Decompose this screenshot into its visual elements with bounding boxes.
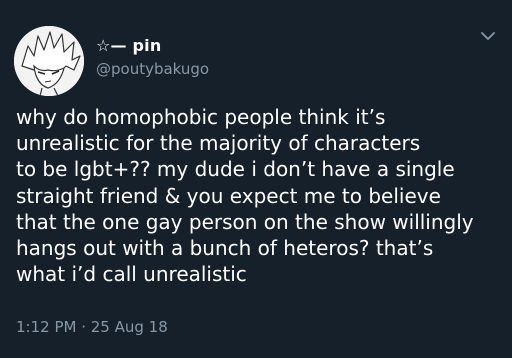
tweet-timestamp[interactable]: 1:12 PM · 25 Aug 18 xyxy=(16,318,168,336)
tweet-text-line: to be lgbt+?? my dude i don’t have a sin… xyxy=(16,157,455,182)
profile-avatar[interactable] xyxy=(14,26,84,96)
anime-character-avatar-icon xyxy=(14,26,84,96)
tweet-text: why do homophobic people think it’s unre… xyxy=(16,104,506,287)
chevron-down-icon[interactable] xyxy=(478,26,498,46)
tweet-card: ☆— pin @poutybakugo why do homophobic pe… xyxy=(0,0,512,358)
tweet-text-line: hangs out with a bunch of heteros? that’… xyxy=(16,236,434,261)
user-handle[interactable]: @poutybakugo xyxy=(96,60,209,78)
tweet-text-line: that the one gay person on the show will… xyxy=(16,209,474,234)
display-name[interactable]: ☆— pin xyxy=(96,36,161,55)
tweet-text-line: what i’d call unrealistic xyxy=(16,262,247,287)
tweet-text-line: unrealistic for the majority of characte… xyxy=(16,131,421,156)
tweet-text-line: straight friend & you expect me to belie… xyxy=(16,183,441,208)
tweet-text-line: why do homophobic people think it’s xyxy=(16,105,386,129)
